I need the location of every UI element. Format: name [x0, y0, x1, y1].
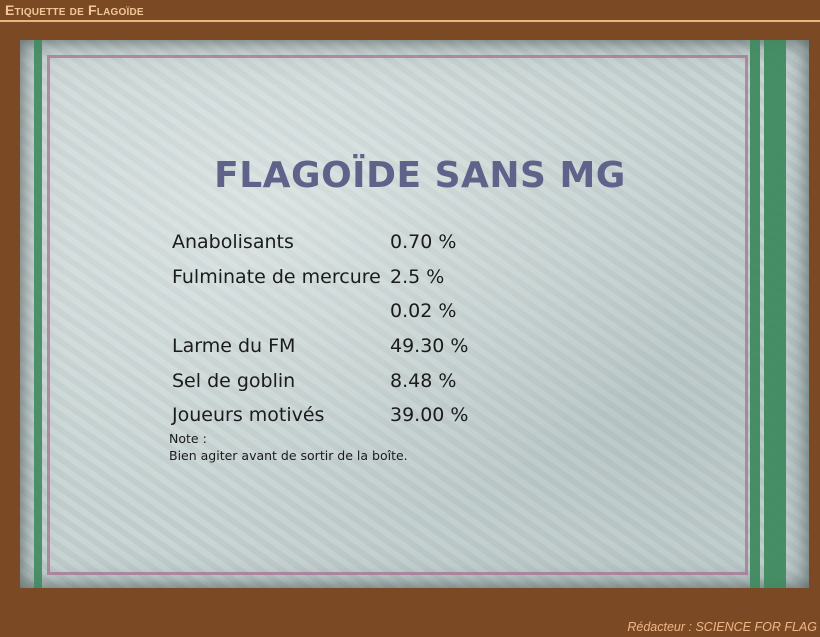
ingredient-list: Anabolisants 0.70 % Fulminate de mercure… — [172, 225, 469, 433]
left-green-stripe — [34, 40, 42, 588]
label-heading: FLAGOÏDE SANS MG — [214, 155, 626, 196]
ingredient-name: Sel de goblin — [172, 369, 296, 392]
flagoid-label-card: FLAGOÏDE SANS MG Anabolisants 0.70 % Ful… — [20, 40, 809, 588]
ingredient-value: 39.00 % — [390, 404, 469, 427]
ingredient-row: Sel de goblin 8.48 % — [172, 363, 469, 398]
ingredient-value: 0.02 % — [390, 300, 457, 323]
note-text: Bien agiter avant de sortir de la boîte. — [169, 448, 408, 463]
ingredient-row: Joueurs motivés 39.00 % — [172, 398, 469, 433]
window-title: Etiquette de Flagoïde — [5, 2, 144, 18]
ingredient-name: Joueurs motivés — [172, 404, 325, 427]
ingredient-row: Anabolisants 0.70 % — [172, 225, 469, 260]
label-note: Note : Bien agiter avant de sortir de la… — [169, 430, 408, 464]
ingredient-value: 0.70 % — [390, 231, 457, 254]
ingredient-name: Anabolisants — [172, 231, 294, 254]
ingredient-name: Fulminate de mercure — [172, 265, 381, 288]
ingredient-row: 0.02 % — [172, 294, 469, 329]
ingredient-name: Larme du FM — [172, 335, 296, 358]
ingredient-value: 8.48 % — [390, 369, 457, 392]
ingredient-row: Fulminate de mercure 2.5 % — [172, 260, 469, 295]
author-credit: Rédacteur : SCIENCE FOR FLAG — [627, 620, 817, 634]
ingredient-row: Larme du FM 49.30 % — [172, 329, 469, 364]
ingredient-value: 49.30 % — [390, 335, 469, 358]
ingredient-value: 2.5 % — [390, 265, 445, 288]
note-title: Note : — [169, 431, 207, 446]
right-green-stripe-outer — [764, 40, 786, 588]
right-green-stripe-inner — [750, 40, 760, 588]
window-title-bar: Etiquette de Flagoïde — [0, 0, 820, 22]
